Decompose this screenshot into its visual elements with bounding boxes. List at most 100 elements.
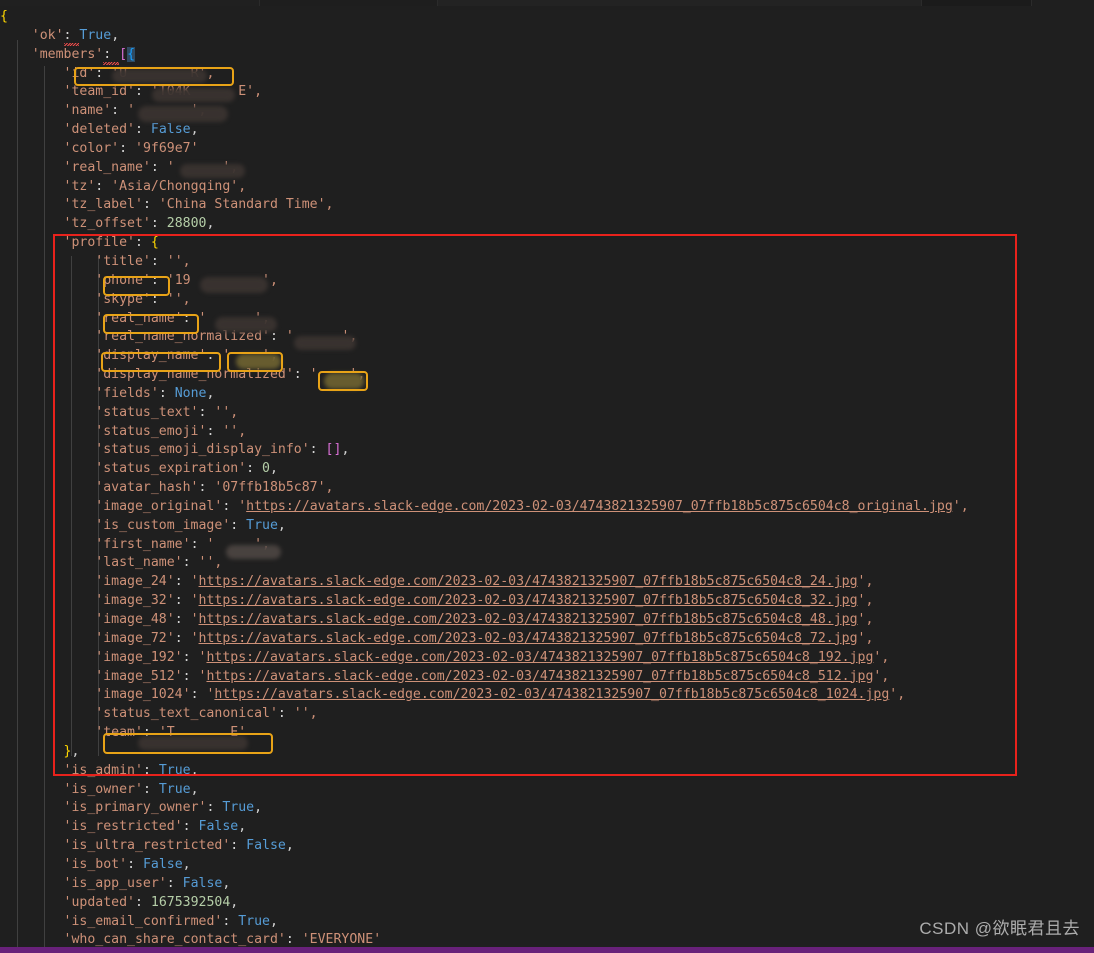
code-token: 'image_32': [95, 593, 175, 609]
code-line[interactable]: 'is_primary_owner': True,: [0, 799, 1094, 818]
code-token: :: [135, 235, 151, 251]
code-line[interactable]: 'image_32': 'https://avatars.slack-edge.…: [0, 592, 1094, 611]
code-token: 'display_name': [95, 348, 207, 364]
code-token: {: [150, 235, 159, 251]
code-line[interactable]: 'color': '9f69e7': [0, 140, 1094, 159]
code-line[interactable]: 'title': '',: [0, 253, 1094, 272]
code-token: ',: [857, 630, 874, 646]
code-line[interactable]: 'real_name_normalized': '██████',: [0, 328, 1094, 347]
code-line[interactable]: 'image_1024': 'https://avatars.slack-edg…: [0, 686, 1094, 705]
code-token: :: [182, 555, 199, 571]
code-token: 'last_name': [95, 555, 183, 571]
code-line[interactable]: 'image_72': 'https://avatars.slack-edge.…: [0, 630, 1094, 649]
code-token: :: [285, 932, 302, 948]
code-line[interactable]: 'profile': {: [0, 234, 1094, 253]
code-token: ,: [277, 517, 286, 533]
code-line[interactable]: 'members': [{: [0, 46, 1094, 65]
redaction-name-value: [138, 106, 228, 122]
code-token: 'skype': [95, 291, 151, 307]
code-line[interactable]: 'real_name': '██████',: [0, 310, 1094, 329]
code-line[interactable]: 'status_emoji_display_info': [],: [0, 441, 1094, 460]
code-line[interactable]: 'display_name': '████',: [0, 347, 1094, 366]
code-token: False: [198, 819, 239, 835]
code-token: :: [135, 84, 151, 100]
code-token: 'status_text': [95, 404, 199, 420]
code-line[interactable]: 'is_admin': True,: [0, 762, 1094, 781]
code-line[interactable]: 'is_ultra_restricted': False,: [0, 837, 1094, 856]
code-token: 'color': [63, 140, 120, 156]
code-line[interactable]: 'phone': '19█████████',: [0, 272, 1094, 291]
code-token: :: [111, 103, 128, 119]
code-token: []: [325, 442, 342, 458]
code-token: 'profile': [63, 235, 135, 251]
code-line[interactable]: 'tz_label': 'China Standard Time',: [0, 196, 1094, 215]
code-line[interactable]: 'is_owner': True,: [0, 781, 1094, 800]
code-token: 'real_name': [95, 310, 183, 326]
code-token: ,: [190, 781, 199, 797]
code-line[interactable]: 'is_app_user': False,: [0, 875, 1094, 894]
code-token: 'deleted': [63, 122, 135, 138]
code-token: 'display_name_normalized': [95, 367, 294, 383]
code-token: ,: [190, 122, 199, 138]
code-line[interactable]: 'status_text_canonical': '',: [0, 705, 1094, 724]
code-token: :: [166, 875, 183, 891]
code-line[interactable]: 'fields': None,: [0, 385, 1094, 404]
code-line[interactable]: 'status_text': '',: [0, 404, 1094, 423]
code-token: :: [150, 291, 167, 307]
code-token: False: [142, 856, 183, 872]
code-token: https://avatars.slack-edge.com/2023-02-0…: [198, 574, 858, 590]
code-line[interactable]: 'status_expiration': 0,: [0, 460, 1094, 479]
code-token: ,: [206, 385, 215, 401]
code-line[interactable]: 'last_name': '',: [0, 554, 1094, 573]
code-line[interactable]: 'deleted': False,: [0, 121, 1094, 140]
code-token: ,: [206, 216, 215, 232]
code-token: 'real_name': [63, 159, 151, 175]
code-line[interactable]: {: [0, 8, 1094, 27]
code-line[interactable]: 'image_512': 'https://avatars.slack-edge…: [0, 668, 1094, 687]
code-line[interactable]: 'real_name': '██████',: [0, 159, 1094, 178]
code-token: :: [190, 687, 207, 703]
code-token: 'image_48': [95, 612, 175, 627]
code-line[interactable]: 'image_original': 'https://avatars.slack…: [0, 498, 1094, 517]
code-token: ',: [873, 649, 890, 665]
code-line[interactable]: 'updated': 1675392504,: [0, 894, 1094, 913]
code-line[interactable]: 'avatar_hash': '07ffb18b5c87',: [0, 479, 1094, 498]
code-line[interactable]: 'status_emoji': '',: [0, 423, 1094, 442]
code-line[interactable]: 'first_name': '█████',: [0, 536, 1094, 555]
code-token: :: [174, 612, 191, 627]
code-line[interactable]: 'image_24': 'https://avatars.slack-edge.…: [0, 573, 1094, 592]
code-token: 'status_emoji': [95, 423, 207, 439]
code-token: :: [230, 517, 247, 533]
code-content[interactable]: { 'ok': True, 'members': [{ 'id': 'U████…: [0, 6, 1094, 950]
code-line[interactable]: 'skype': '',: [0, 291, 1094, 310]
code-line[interactable]: 'image_192': 'https://avatars.slack-edge…: [0, 649, 1094, 668]
code-token: 'tz': [63, 178, 96, 194]
code-line[interactable]: 'tz': 'Asia/Chongqing',: [0, 178, 1094, 197]
code-line[interactable]: 'display_name_normalized': '████',: [0, 366, 1094, 385]
code-token: 'is_ultra_restricted': [63, 838, 231, 854]
code-line[interactable]: 'is_bot': False,: [0, 856, 1094, 875]
code-token: 'status_expiration': [95, 461, 247, 477]
code-line[interactable]: 'image_48': 'https://avatars.slack-edge.…: [0, 611, 1094, 630]
code-line[interactable]: 'is_restricted': False,: [0, 818, 1094, 837]
code-token: 'image_original': [95, 498, 223, 514]
code-token: ,: [285, 838, 294, 854]
code-line[interactable]: 'is_custom_image': True,: [0, 517, 1094, 536]
code-line[interactable]: 'tz_offset': 28800,: [0, 215, 1094, 234]
code-token: :: [174, 630, 191, 646]
code-editor-surface[interactable]: { 'ok': True, 'members': [{ 'id': 'U████…: [0, 6, 1094, 950]
code-token: ',: [952, 498, 969, 514]
code-token: False: [246, 838, 286, 854]
code-line[interactable]: 'ok': True,: [0, 27, 1094, 46]
code-token: ,: [190, 762, 199, 778]
